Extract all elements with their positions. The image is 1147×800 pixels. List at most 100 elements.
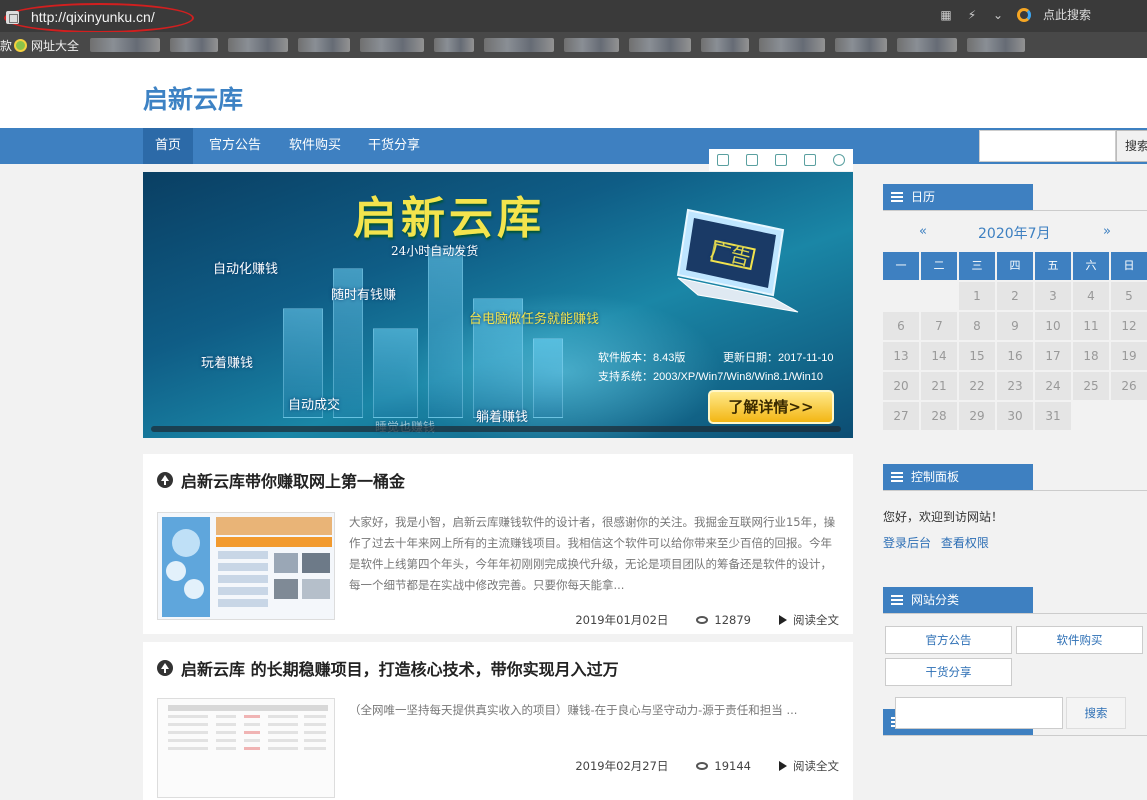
calendar-day[interactable]: 16 — [997, 342, 1033, 370]
chevron-down-icon[interactable]: ⌄ — [991, 8, 1005, 22]
calendar-day[interactable]: 29 — [959, 402, 995, 430]
calendar-day[interactable]: 24 — [1035, 372, 1071, 400]
categories-title: 网站分类 — [883, 587, 1033, 613]
settings-icon[interactable] — [832, 154, 845, 166]
browser-right-tools: ▦ ⚡ ⌄ 点此搜索 — [939, 6, 1091, 23]
calendar-day[interactable]: 3 — [1035, 282, 1071, 310]
arrow-up-circle-icon — [157, 472, 173, 488]
calendar-day[interactable]: 6 — [883, 312, 919, 340]
category-purchase[interactable]: 软件购买 — [1016, 626, 1143, 654]
calendar-day[interactable]: 28 — [921, 402, 957, 430]
post-meta: 2019年02月27日 19144 阅读全文 — [575, 758, 839, 774]
read-more-link[interactable]: 阅读全文 — [779, 612, 839, 628]
site-header: 启新云库 — [0, 58, 1147, 128]
nav-home[interactable]: 首页 — [143, 128, 194, 164]
nav-purchase[interactable]: 软件购买 — [277, 128, 353, 164]
calendar-day[interactable]: 9 — [997, 312, 1033, 340]
calendar-widget-title: 日历 — [883, 184, 1033, 210]
calendar-weekday: 五 — [1035, 252, 1071, 280]
share-icon[interactable] — [803, 154, 816, 166]
control-panel-title: 控制面板 — [883, 464, 1033, 490]
browser-search-label[interactable]: 点此搜索 — [1043, 6, 1091, 23]
bookmark-tool-icon[interactable] — [717, 154, 730, 166]
calendar-weekday: 四 — [997, 252, 1033, 280]
arrow-up-circle-icon — [157, 660, 173, 676]
bookmark-item[interactable]: 网址大全 — [14, 37, 79, 54]
post-title[interactable]: 启新云库带你赚取网上第一桶金 — [157, 468, 405, 492]
search-engine-logo-icon — [1016, 7, 1031, 22]
hero-banner[interactable]: 启新云库 自动化赚钱 24小时自动发货 随时有钱赚 台电脑做任务就能赚钱 玩着赚… — [143, 172, 853, 438]
calendar-weekday: 六 — [1073, 252, 1109, 280]
nav-share[interactable]: 干货分享 — [356, 128, 432, 164]
category-announcements[interactable]: 官方公告 — [885, 626, 1012, 654]
sidebar-search-input[interactable] — [895, 697, 1063, 729]
calendar-prev-button[interactable]: « — [919, 224, 927, 239]
calendar-day[interactable]: 15 — [959, 342, 995, 370]
calendar-weekday: 二 — [921, 252, 957, 280]
post-title-text[interactable]: 启新云库 的长期稳赚项目，打造核心技术，带你实现月入过万 — [181, 656, 619, 680]
nav-search-input[interactable] — [979, 130, 1116, 162]
permissions-link[interactable]: 查看权限 — [941, 536, 989, 550]
calendar-day[interactable]: 25 — [1073, 372, 1109, 400]
site-favicon-icon — [6, 10, 19, 24]
calendar-next-button[interactable]: » — [1103, 224, 1111, 239]
calendar-day[interactable]: 8 — [959, 312, 995, 340]
calendar-day[interactable]: 12 — [1111, 312, 1147, 340]
widget-divider — [883, 210, 1147, 211]
address-bar[interactable]: http://qixinyunku.cn/ — [4, 3, 194, 33]
calendar-month: 2020年7月 — [978, 226, 1051, 242]
widget-divider — [883, 735, 1147, 736]
calendar-day[interactable]: 23 — [997, 372, 1033, 400]
nav-search-button[interactable]: 搜索 — [1116, 130, 1147, 162]
category-share[interactable]: 干货分享 — [885, 658, 1012, 686]
calendar-day[interactable]: 22 — [959, 372, 995, 400]
login-link[interactable]: 登录后台 — [883, 536, 931, 550]
calendar-day[interactable]: 1 — [959, 282, 995, 310]
post-title-text[interactable]: 启新云库带你赚取网上第一桶金 — [181, 468, 405, 492]
save-icon[interactable] — [774, 154, 787, 166]
banner-text-3: 随时有钱赚 — [331, 288, 397, 303]
calendar-day[interactable]: 27 — [883, 402, 919, 430]
nav-announcements[interactable]: 官方公告 — [197, 128, 273, 164]
banner-text-5: 玩着赚钱 — [201, 356, 254, 371]
calendar-day[interactable]: 19 — [1111, 342, 1147, 370]
calendar-day[interactable]: 20 — [883, 372, 919, 400]
calendar-grid: 一二三四五六日 1 2 3 4 5 6 7 8 9 10 11 12 13 14 15 16 17 18 19 20 21… — [883, 252, 1147, 430]
post-thumbnail[interactable] — [157, 698, 335, 798]
calendar-day[interactable]: 31 — [1035, 402, 1071, 430]
calendar-day[interactable]: 21 — [921, 372, 957, 400]
calendar-day[interactable]: 11 — [1073, 312, 1109, 340]
blurred-bookmarks — [90, 38, 1025, 52]
calendar-day[interactable]: 7 — [921, 312, 957, 340]
calendar-nav: « 2020年7月 » — [883, 218, 1147, 244]
grid-icon[interactable]: ▦ — [939, 8, 953, 22]
widget-divider — [883, 490, 1147, 491]
eye-icon — [696, 762, 709, 770]
bookmark-icon — [14, 38, 28, 52]
calendar-day[interactable]: 13 — [883, 342, 919, 370]
post-thumbnail[interactable] — [157, 512, 335, 620]
post-card: 启新云库 的长期稳赚项目，打造核心技术，带你实现月入过万 （全网唯一坚持每天提供… — [143, 642, 853, 800]
calendar-day[interactable]: 17 — [1035, 342, 1071, 370]
calendar-day[interactable]: 14 — [921, 342, 957, 370]
learn-more-button[interactable]: 了解详情>> — [708, 390, 834, 424]
post-date: 2019年02月27日 — [575, 759, 669, 773]
post-title[interactable]: 启新云库 的长期稳赚项目，打造核心技术，带你实现月入过万 — [157, 656, 619, 680]
lightning-icon[interactable]: ⚡ — [965, 8, 979, 22]
sidebar-search-button[interactable]: 搜索 — [1066, 697, 1126, 729]
site-title[interactable]: 启新云库 — [143, 80, 243, 116]
read-more-link[interactable]: 阅读全文 — [779, 758, 839, 774]
calendar-day[interactable]: 2 — [997, 282, 1033, 310]
calendar-empty-cell — [883, 282, 919, 310]
bookmark-partial[interactable]: 款 — [0, 37, 12, 54]
post-card: 启新云库带你赚取网上第一桶金 大家好，我是小智，启新云库赚钱软件的设计者，很感谢… — [143, 454, 853, 634]
calendar-day[interactable]: 30 — [997, 402, 1033, 430]
calendar-day[interactable]: 26 — [1111, 372, 1147, 400]
calendar-day[interactable]: 10 — [1035, 312, 1071, 340]
calendar-day[interactable]: 5 — [1111, 282, 1147, 310]
calendar-weekday: 三 — [959, 252, 995, 280]
fullscreen-icon[interactable] — [746, 154, 759, 166]
calendar-day[interactable]: 4 — [1073, 282, 1109, 310]
calendar-day[interactable]: 18 — [1073, 342, 1109, 370]
screenshot-root: http://qixinyunku.cn/ ▦ ⚡ ⌄ 点此搜索 款 网址大全 … — [0, 0, 1147, 800]
